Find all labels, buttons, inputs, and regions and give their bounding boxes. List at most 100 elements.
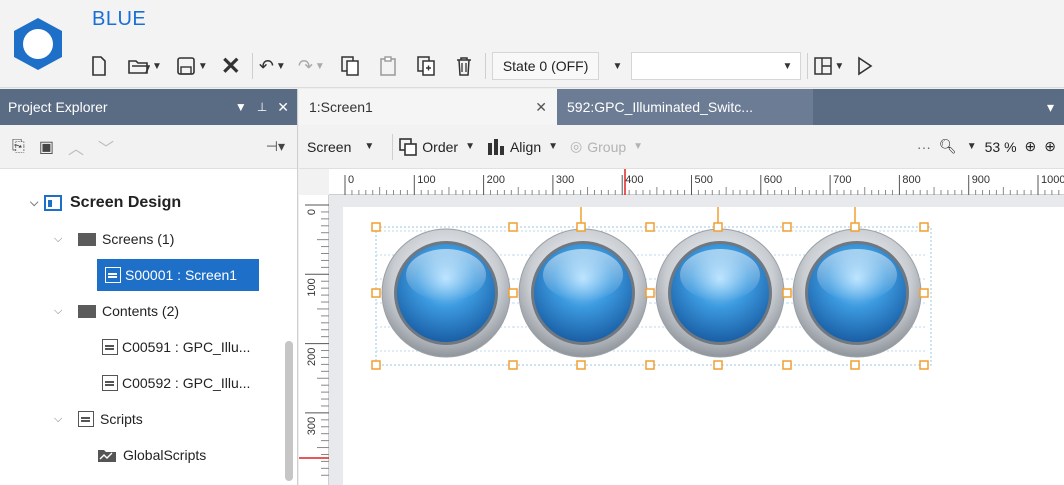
redo-button[interactable]: ↷ ▼ <box>298 52 325 80</box>
screen-canvas[interactable] <box>343 195 1064 485</box>
zoom-fit-icon[interactable]: ⊕ <box>1044 138 1056 155</box>
selection-handle[interactable] <box>782 222 792 232</box>
close-icon[interactable]: ✕ <box>277 99 289 116</box>
empty-select[interactable]: ▼ <box>631 52 802 80</box>
tree-item-label: GlobalScripts <box>123 447 207 463</box>
selection-handle[interactable] <box>576 222 586 232</box>
selection-handle[interactable] <box>576 360 586 370</box>
tree-item-contents[interactable]: ⌵ Contents (2) <box>54 295 179 327</box>
selection-handle[interactable] <box>919 288 929 298</box>
explorer-scrollbar[interactable] <box>285 341 293 481</box>
state-select-value: State 0 (OFF) <box>502 58 589 74</box>
ruler-tick-label: 300 <box>306 417 318 435</box>
selection-handle[interactable] <box>371 288 381 298</box>
chevron-down-icon[interactable]: ⌵ <box>30 197 44 210</box>
chevron-down-icon: ▼ <box>364 141 375 152</box>
selection-handle[interactable] <box>782 288 792 298</box>
tree-item-scripts[interactable]: ⌵ Scripts <box>54 403 143 435</box>
ruler-tick-label: 800 <box>902 174 920 186</box>
selection-handle[interactable] <box>713 360 723 370</box>
ruler-tick-label: 100 <box>306 278 318 296</box>
content-doc-icon <box>102 339 118 355</box>
delete-button[interactable]: ✕ <box>220 52 242 80</box>
trash-button[interactable] <box>453 52 475 80</box>
selection-handle[interactable] <box>850 360 860 370</box>
selection-handle[interactable] <box>850 222 860 232</box>
selection-handle[interactable] <box>645 222 655 232</box>
tab-list-icon[interactable]: ▾ <box>1037 89 1064 125</box>
selection-handle[interactable] <box>713 222 723 232</box>
group-icon: ◎ <box>570 138 583 154</box>
zoom-in-icon[interactable]: ⊕ <box>1025 138 1037 155</box>
selection-handle[interactable] <box>645 288 655 298</box>
app-window: BLUE ▼ ▼ ✕ ↶ ▼ ↷ ▼ State 0 (OFF) ▼ ▼ ▼ P… <box>0 0 1064 485</box>
move-up-icon[interactable]: ︿ <box>68 135 84 159</box>
tree-item-label: Screen Design <box>70 194 182 211</box>
align-icon <box>487 138 504 155</box>
screen-dropdown[interactable]: Screen ▼ <box>307 139 374 155</box>
state-dropdown-button[interactable]: ▼ <box>605 52 627 80</box>
selection-handle[interactable] <box>645 360 655 370</box>
zoom-level[interactable]: 53 % <box>985 139 1017 155</box>
chevron-down-icon[interactable]: ▼ <box>315 61 325 72</box>
copy-icon <box>341 56 359 76</box>
ruler-tick-label: 400 <box>625 174 643 186</box>
close-icon[interactable]: ✕ <box>535 99 547 116</box>
chevron-down-icon[interactable]: ⌵ <box>54 233 68 246</box>
vertical-ruler: 0 100 200 300 <box>299 195 329 485</box>
chevron-down-icon[interactable]: ▼ <box>276 61 286 72</box>
new-file-button[interactable] <box>88 52 110 80</box>
selection-handle[interactable] <box>371 222 381 232</box>
tree-item-label: S00001 : Screen1 <box>125 267 238 283</box>
group-dropdown[interactable]: ◎ Group ▼ <box>570 138 643 155</box>
state-select[interactable]: State 0 (OFF) <box>491 52 600 80</box>
add-item-icon[interactable]: ⎘ <box>12 138 25 156</box>
selection-handle[interactable] <box>371 360 381 370</box>
undo-button[interactable]: ↶ ▼ <box>259 52 286 80</box>
chevron-down-icon[interactable]: ▼ <box>198 61 208 72</box>
canvas-area <box>329 195 1064 485</box>
selection-handle[interactable] <box>508 288 518 298</box>
add-folder-icon[interactable]: ▣ <box>39 137 54 157</box>
open-button[interactable]: ▼ <box>128 52 162 80</box>
lamp-gloss <box>680 249 760 301</box>
align-dropdown[interactable]: Align ▼ <box>487 138 558 156</box>
tree-item-global-scripts[interactable]: GlobalScripts <box>97 439 206 471</box>
selection-handle[interactable] <box>508 222 518 232</box>
chevron-down-icon[interactable]: ▼ <box>967 141 977 152</box>
explorer-tree: ⌵ Screen Design ⌵ Screens (1) S00001 : S… <box>0 169 297 485</box>
selection-handle[interactable] <box>508 360 518 370</box>
save-button[interactable]: ▼ <box>176 52 208 80</box>
save-icon <box>177 57 195 75</box>
pin-icon[interactable]: ⊥ <box>257 100 267 114</box>
chevron-down-icon[interactable]: ▼ <box>834 61 844 72</box>
selection-handle[interactable] <box>919 360 929 370</box>
layout-button[interactable]: ▼ <box>814 52 844 80</box>
order-dropdown[interactable]: Order ▼ <box>399 137 475 156</box>
app-logo-icon <box>14 18 62 70</box>
copy-button[interactable] <box>339 52 361 80</box>
more-button[interactable]: ··· <box>917 139 931 155</box>
selection-handle[interactable] <box>782 360 792 370</box>
duplicate-button[interactable] <box>415 52 437 80</box>
ruler-tick-label: 300 <box>556 174 574 186</box>
tree-item-screen1[interactable]: S00001 : Screen1 <box>97 259 259 291</box>
panel-menu-icon[interactable]: ▼ <box>235 100 247 114</box>
tab-gpc-switch[interactable]: 592:GPC_Illuminated_Switc... <box>557 89 813 125</box>
tree-item-screens[interactable]: ⌵ Screens (1) <box>54 223 174 255</box>
play-button[interactable] <box>854 52 876 80</box>
chevron-down-icon[interactable]: ⌵ <box>54 413 68 426</box>
chevron-down-icon[interactable]: ⌵ <box>54 305 68 318</box>
move-down-icon[interactable]: ﹀ <box>98 135 114 159</box>
chevron-down-icon: ▼ <box>633 141 644 152</box>
tree-item-content-591[interactable]: C00591 : GPC_Illu... <box>102 331 250 363</box>
paste-button[interactable] <box>377 52 399 80</box>
zoom-out-icon[interactable]: 🔍︎ <box>939 138 957 155</box>
chevron-down-icon[interactable]: ▼ <box>152 61 162 72</box>
pin-options-icon[interactable]: ⊣▾ <box>266 138 285 155</box>
tree-item-content-592[interactable]: C00592 : GPC_Illu... <box>102 367 250 399</box>
tree-item-screen-design[interactable]: ⌵ Screen Design <box>30 187 181 219</box>
selection-handle[interactable] <box>919 222 929 232</box>
redo-icon: ↷ <box>297 55 313 76</box>
tab-screen1[interactable]: 1:Screen1 ✕ <box>299 89 557 125</box>
